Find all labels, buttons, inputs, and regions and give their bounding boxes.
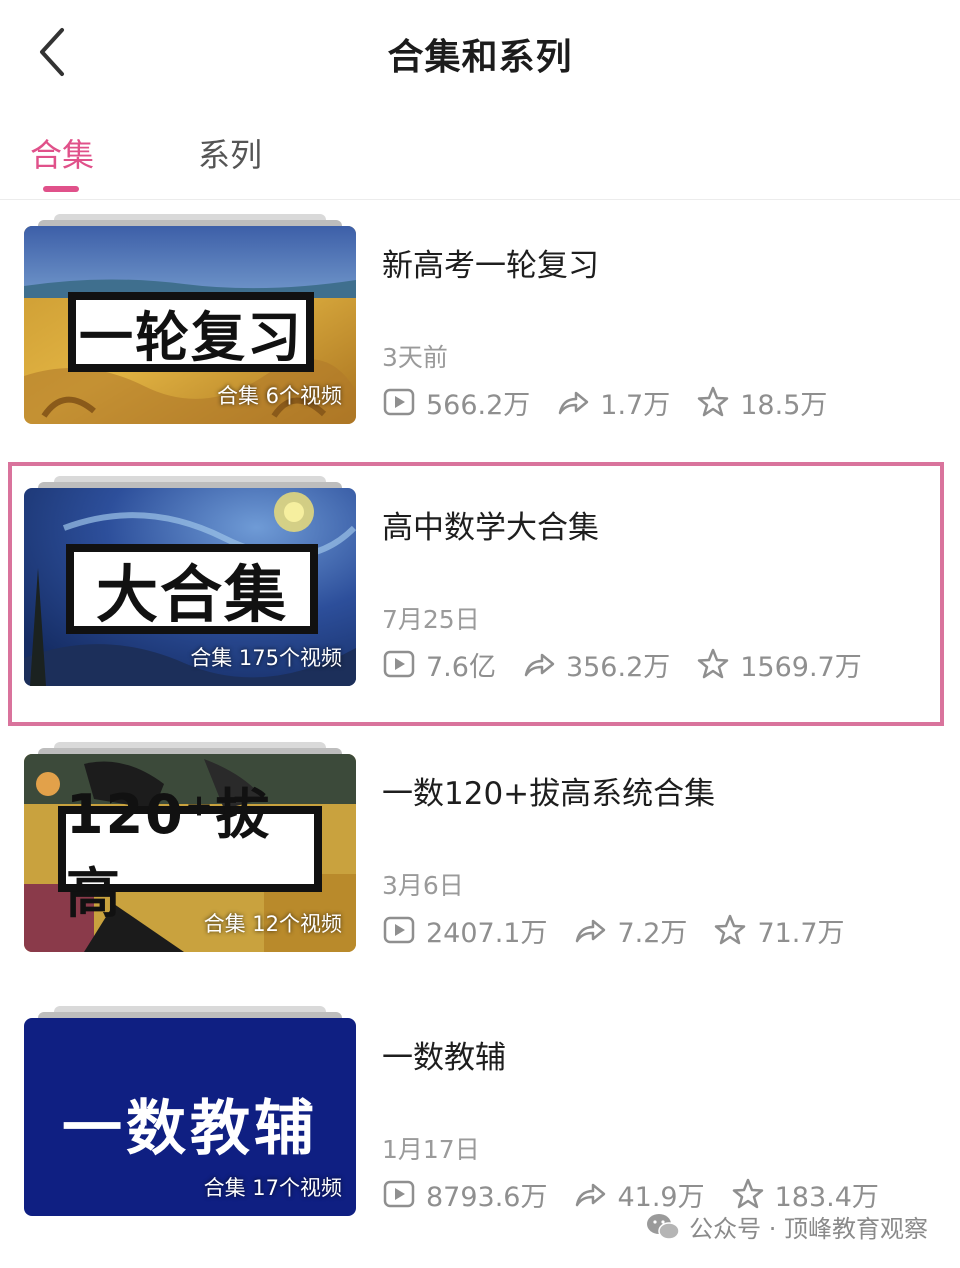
- shares-value: 41.9万: [617, 1181, 705, 1213]
- favorites-stat: 183.4万: [731, 1175, 879, 1214]
- shares-stat: 356.2万: [522, 645, 670, 684]
- shares-value: 1.7万: [600, 389, 671, 421]
- wechat-icon: [647, 1213, 680, 1240]
- favorites-value: 18.5万: [740, 389, 828, 421]
- favorites-value: 1569.7万: [740, 651, 862, 683]
- star-icon: [698, 648, 729, 679]
- collection-date: 3天前: [382, 343, 448, 372]
- collection-stats: 2407.1万 7.2万 71.7万: [382, 911, 871, 950]
- tab-series[interactable]: 系列: [198, 130, 262, 176]
- thumbnail-title: 一轮复习: [68, 292, 314, 372]
- top-bar: 合集和系列: [0, 0, 960, 104]
- star-icon: [732, 1178, 763, 1209]
- collection-stats: 566.2万 1.7万 18.5万: [382, 383, 853, 422]
- collection-title: 新高考一轮复习: [382, 248, 599, 284]
- collection-thumbnail: 一数教辅 合集 17个视频: [24, 1006, 356, 1216]
- star-icon: [715, 914, 746, 945]
- plays-stat: 7.6亿: [382, 645, 496, 684]
- collection-thumbnail: 120⁺拔高 合集 12个视频: [24, 742, 356, 952]
- favorites-value: 71.7万: [757, 917, 845, 949]
- plays-stat: 8793.6万: [382, 1175, 547, 1214]
- active-tab-indicator: [43, 186, 79, 192]
- shares-stat: 1.7万: [556, 383, 670, 422]
- collection-title: 一数教辅: [382, 1040, 506, 1076]
- shares-value: 7.2万: [617, 917, 688, 949]
- play-count-icon: [383, 1180, 415, 1208]
- plays-value: 2407.1万: [426, 917, 548, 949]
- play-count-icon: [383, 916, 415, 944]
- share-icon: [576, 1183, 606, 1207]
- favorites-stat: 71.7万: [713, 911, 845, 950]
- page-title: 合集和系列: [387, 37, 573, 78]
- tab-bar: 合集 系列: [0, 118, 960, 200]
- collection-thumbnail: 一轮复习 合集 6个视频: [24, 214, 356, 424]
- thumbnail-video-count: 合集 6个视频: [216, 384, 342, 408]
- collection-date: 7月25日: [382, 605, 480, 634]
- collection-info: 高中数学大合集 7月25日 7.6亿 356.2万 1569.7万: [382, 466, 942, 730]
- collection-stats: 8793.6万 41.9万 183.4万: [382, 1175, 905, 1214]
- favorites-stat: 18.5万: [696, 383, 827, 422]
- collection-date: 1月17日: [382, 1135, 480, 1164]
- thumbnail-video-count: 合集 175个视频: [190, 646, 342, 670]
- collection-stats: 7.6亿 356.2万 1569.7万: [382, 645, 888, 684]
- play-count-icon: [383, 388, 415, 416]
- thumbnail-video-count: 合集 12个视频: [203, 912, 342, 936]
- collection-thumbnail: 大合集 合集 175个视频: [24, 476, 356, 686]
- shares-value: 356.2万: [565, 651, 671, 683]
- share-icon: [576, 919, 606, 943]
- collection-title: 一数120+拔高系统合集: [382, 776, 716, 812]
- collection-date: 3月6日: [382, 871, 464, 900]
- collection-title: 高中数学大合集: [382, 510, 599, 546]
- collection-info: 新高考一轮复习 3天前 566.2万 1.7万 18.5万: [382, 200, 942, 464]
- plays-stat: 2407.1万: [382, 911, 547, 950]
- tab-collections[interactable]: 合集: [30, 130, 94, 176]
- thumbnail-video-count: 合集 17个视频: [203, 1176, 342, 1200]
- shares-stat: 41.9万: [573, 1175, 705, 1214]
- thumbnail-title: 120⁺拔高: [58, 783, 322, 925]
- watermark-text: 公众号 · 顶峰教育观察: [689, 1215, 928, 1243]
- thumbnail-title: 大合集: [66, 544, 318, 634]
- collection-item-highlighted[interactable]: 大合集 合集 175个视频 高中数学大合集 7月25日 7.6亿 356.2万 …: [8, 462, 944, 726]
- collection-item[interactable]: 120⁺拔高 合集 12个视频 一数120+拔高系统合集 3月6日 2407.1…: [0, 728, 960, 992]
- plays-value: 8793.6万: [426, 1181, 548, 1213]
- plays-value: 7.6亿: [426, 651, 496, 683]
- share-icon: [559, 391, 589, 415]
- collection-info: 一数120+拔高系统合集 3月6日 2407.1万 7.2万 71.7万: [382, 728, 942, 992]
- star-icon: [698, 386, 729, 417]
- play-count-icon: [383, 650, 415, 678]
- plays-stat: 566.2万: [382, 383, 530, 422]
- watermark: 公众号 · 顶峰教育观察: [645, 1209, 928, 1244]
- plays-value: 566.2万: [426, 389, 531, 421]
- favorites-value: 183.4万: [774, 1181, 879, 1213]
- share-icon: [524, 653, 555, 677]
- shares-stat: 7.2万: [573, 911, 687, 950]
- thumbnail-title: 一数教辅: [62, 1094, 318, 1164]
- collection-item[interactable]: 一轮复习 合集 6个视频 新高考一轮复习 3天前 566.2万 1.7万 18.…: [0, 200, 960, 464]
- favorites-stat: 1569.7万: [696, 645, 862, 684]
